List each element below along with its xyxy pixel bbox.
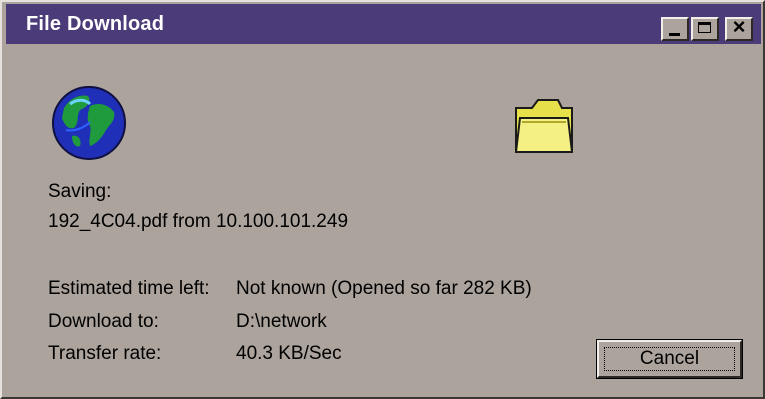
close-button[interactable]: × bbox=[725, 14, 753, 41]
transfer-rate-label: Transfer rate: bbox=[48, 343, 162, 364]
saving-label: Saving: bbox=[48, 181, 112, 202]
minimize-icon bbox=[669, 33, 680, 36]
cancel-button-label: Cancel bbox=[639, 348, 700, 369]
file-download-dialog: File Download × Saving: 192_4C04.pdf fro… bbox=[0, 0, 765, 399]
minimize-button[interactable] bbox=[661, 17, 689, 41]
transfer-rate-value: 40.3 KB/Sec bbox=[236, 343, 342, 364]
maximize-button[interactable] bbox=[691, 17, 719, 41]
title-bar[interactable]: File Download × bbox=[6, 4, 761, 44]
time-left-label: Estimated time left: bbox=[48, 278, 210, 299]
saving-file-line: 192_4C04.pdf from 10.100.101.249 bbox=[48, 211, 349, 232]
close-icon: × bbox=[732, 14, 746, 39]
folder-icon bbox=[514, 99, 574, 153]
time-left-value: Not known (Opened so far 282 KB) bbox=[236, 278, 532, 299]
download-to-value: D:\network bbox=[236, 311, 327, 332]
cancel-button-frame: Cancel bbox=[596, 339, 743, 379]
window-title: File Download bbox=[26, 13, 165, 35]
maximize-icon bbox=[698, 22, 711, 33]
cancel-button[interactable]: Cancel bbox=[597, 340, 742, 378]
download-to-label: Download to: bbox=[48, 311, 159, 332]
globe-icon bbox=[52, 86, 126, 160]
